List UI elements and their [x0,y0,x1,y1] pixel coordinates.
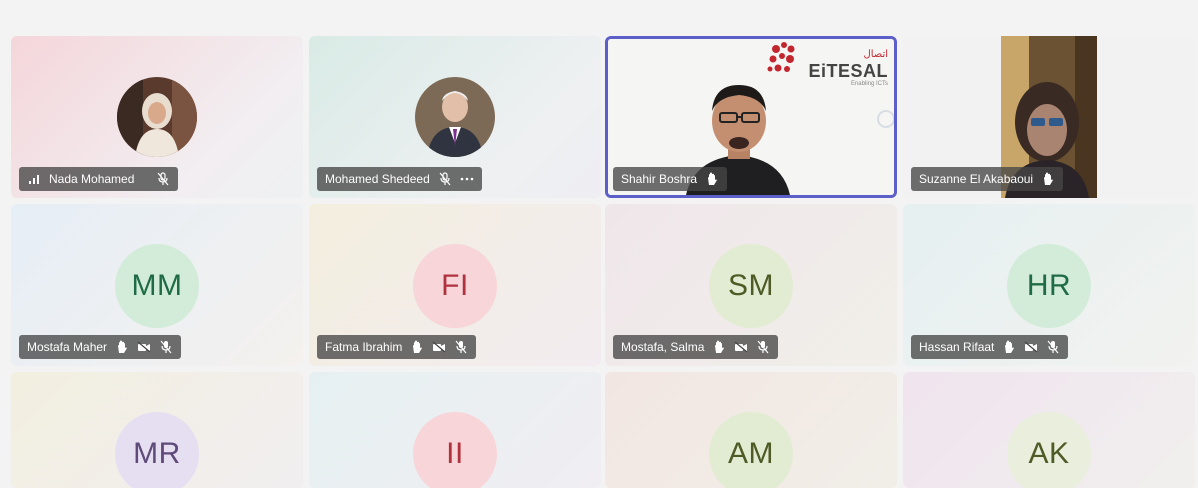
participant-initials-avatar: MR [115,412,199,488]
mic-off-icon [156,172,170,186]
participant-name-tag: Suzanne El Akabaoui [911,167,1064,191]
company-logo: اتصال EiTESAL Enabling ICTs [804,49,894,89]
hand-raised-icon [705,172,719,186]
hand-raised-icon [115,340,129,354]
participant-tile[interactable]: SM Mostafa, Salma [605,204,897,366]
camera-off-icon [734,340,748,354]
participant-initials-avatar: FI [413,244,497,328]
signal-bars-icon [27,172,41,186]
participant-name: Mostafa, Salma [621,340,705,354]
hand-raised-icon [1002,340,1016,354]
participant-tile-active-speaker[interactable]: اتصال EiTESAL Enabling ICTs Shahir Boshr… [605,36,897,198]
logo-arabic-text: اتصال [863,49,888,60]
participant-name-tag: Nada Mohamed [19,167,179,191]
participant-name: Shahir Boshra [621,172,698,186]
participant-tile[interactable]: HR Hassan Rifaat [903,204,1195,366]
participant-tile[interactable]: Suzanne El Akabaoui [903,36,1195,198]
participant-name: Suzanne El Akabaoui [919,172,1034,186]
participant-name: Nada Mohamed [49,172,135,186]
camera-off-icon [432,340,446,354]
participant-name-tag: Hassan Rifaat [911,335,1069,359]
participant-initials-avatar: HR [1007,244,1091,328]
logo-latin-text: EiTESAL [808,61,888,81]
participant-name: Mohamed Shedeed [325,172,430,186]
participant-tile[interactable]: AM [605,372,897,488]
participant-tile[interactable]: MM Mostafa Maher [11,204,303,366]
participant-initials-avatar: AK [1007,412,1091,488]
participant-initials-avatar: SM [709,244,793,328]
participant-tile[interactable]: FI Fatma Ibrahim [309,204,601,366]
participant-tile[interactable]: Mohamed Shedeed [309,36,601,198]
participant-tile[interactable]: II [309,372,601,488]
hand-raised-icon [410,340,424,354]
mic-icon [756,340,770,354]
more-options-icon[interactable] [460,172,474,186]
mic-icon [1046,340,1060,354]
logo-tagline: Enabling ICTs [850,81,888,87]
mic-icon [159,340,173,354]
participant-avatar-photo [117,77,197,157]
hand-raised-icon [1041,172,1055,186]
camera-off-icon [137,340,151,354]
participant-grid: Nada Mohamed Mohamed Shedeed اتصال EiTES… [0,0,1198,488]
hand-raised-icon [712,340,726,354]
participant-name-tag: Fatma Ibrahim [317,335,477,359]
participant-name: Fatma Ibrahim [325,340,403,354]
participant-avatar-photo [415,77,495,157]
participant-name-tag: Mostafa, Salma [613,335,779,359]
mic-off-icon [438,172,452,186]
participant-name-tag: Shahir Boshra [613,167,728,191]
participant-tile[interactable]: AK [903,372,1195,488]
participant-tile[interactable]: Nada Mohamed [11,36,303,198]
participant-name-tag: Mohamed Shedeed [317,167,482,191]
participant-name: Mostafa Maher [27,340,108,354]
participant-initials-avatar: AM [709,412,793,488]
participant-name: Hassan Rifaat [919,340,995,354]
mic-icon [454,340,468,354]
participant-initials-avatar: MM [115,244,199,328]
camera-off-icon [1024,340,1038,354]
participant-initials-avatar: II [413,412,497,488]
participant-name-tag: Mostafa Maher [19,335,182,359]
participant-tile[interactable]: MR [11,372,303,488]
